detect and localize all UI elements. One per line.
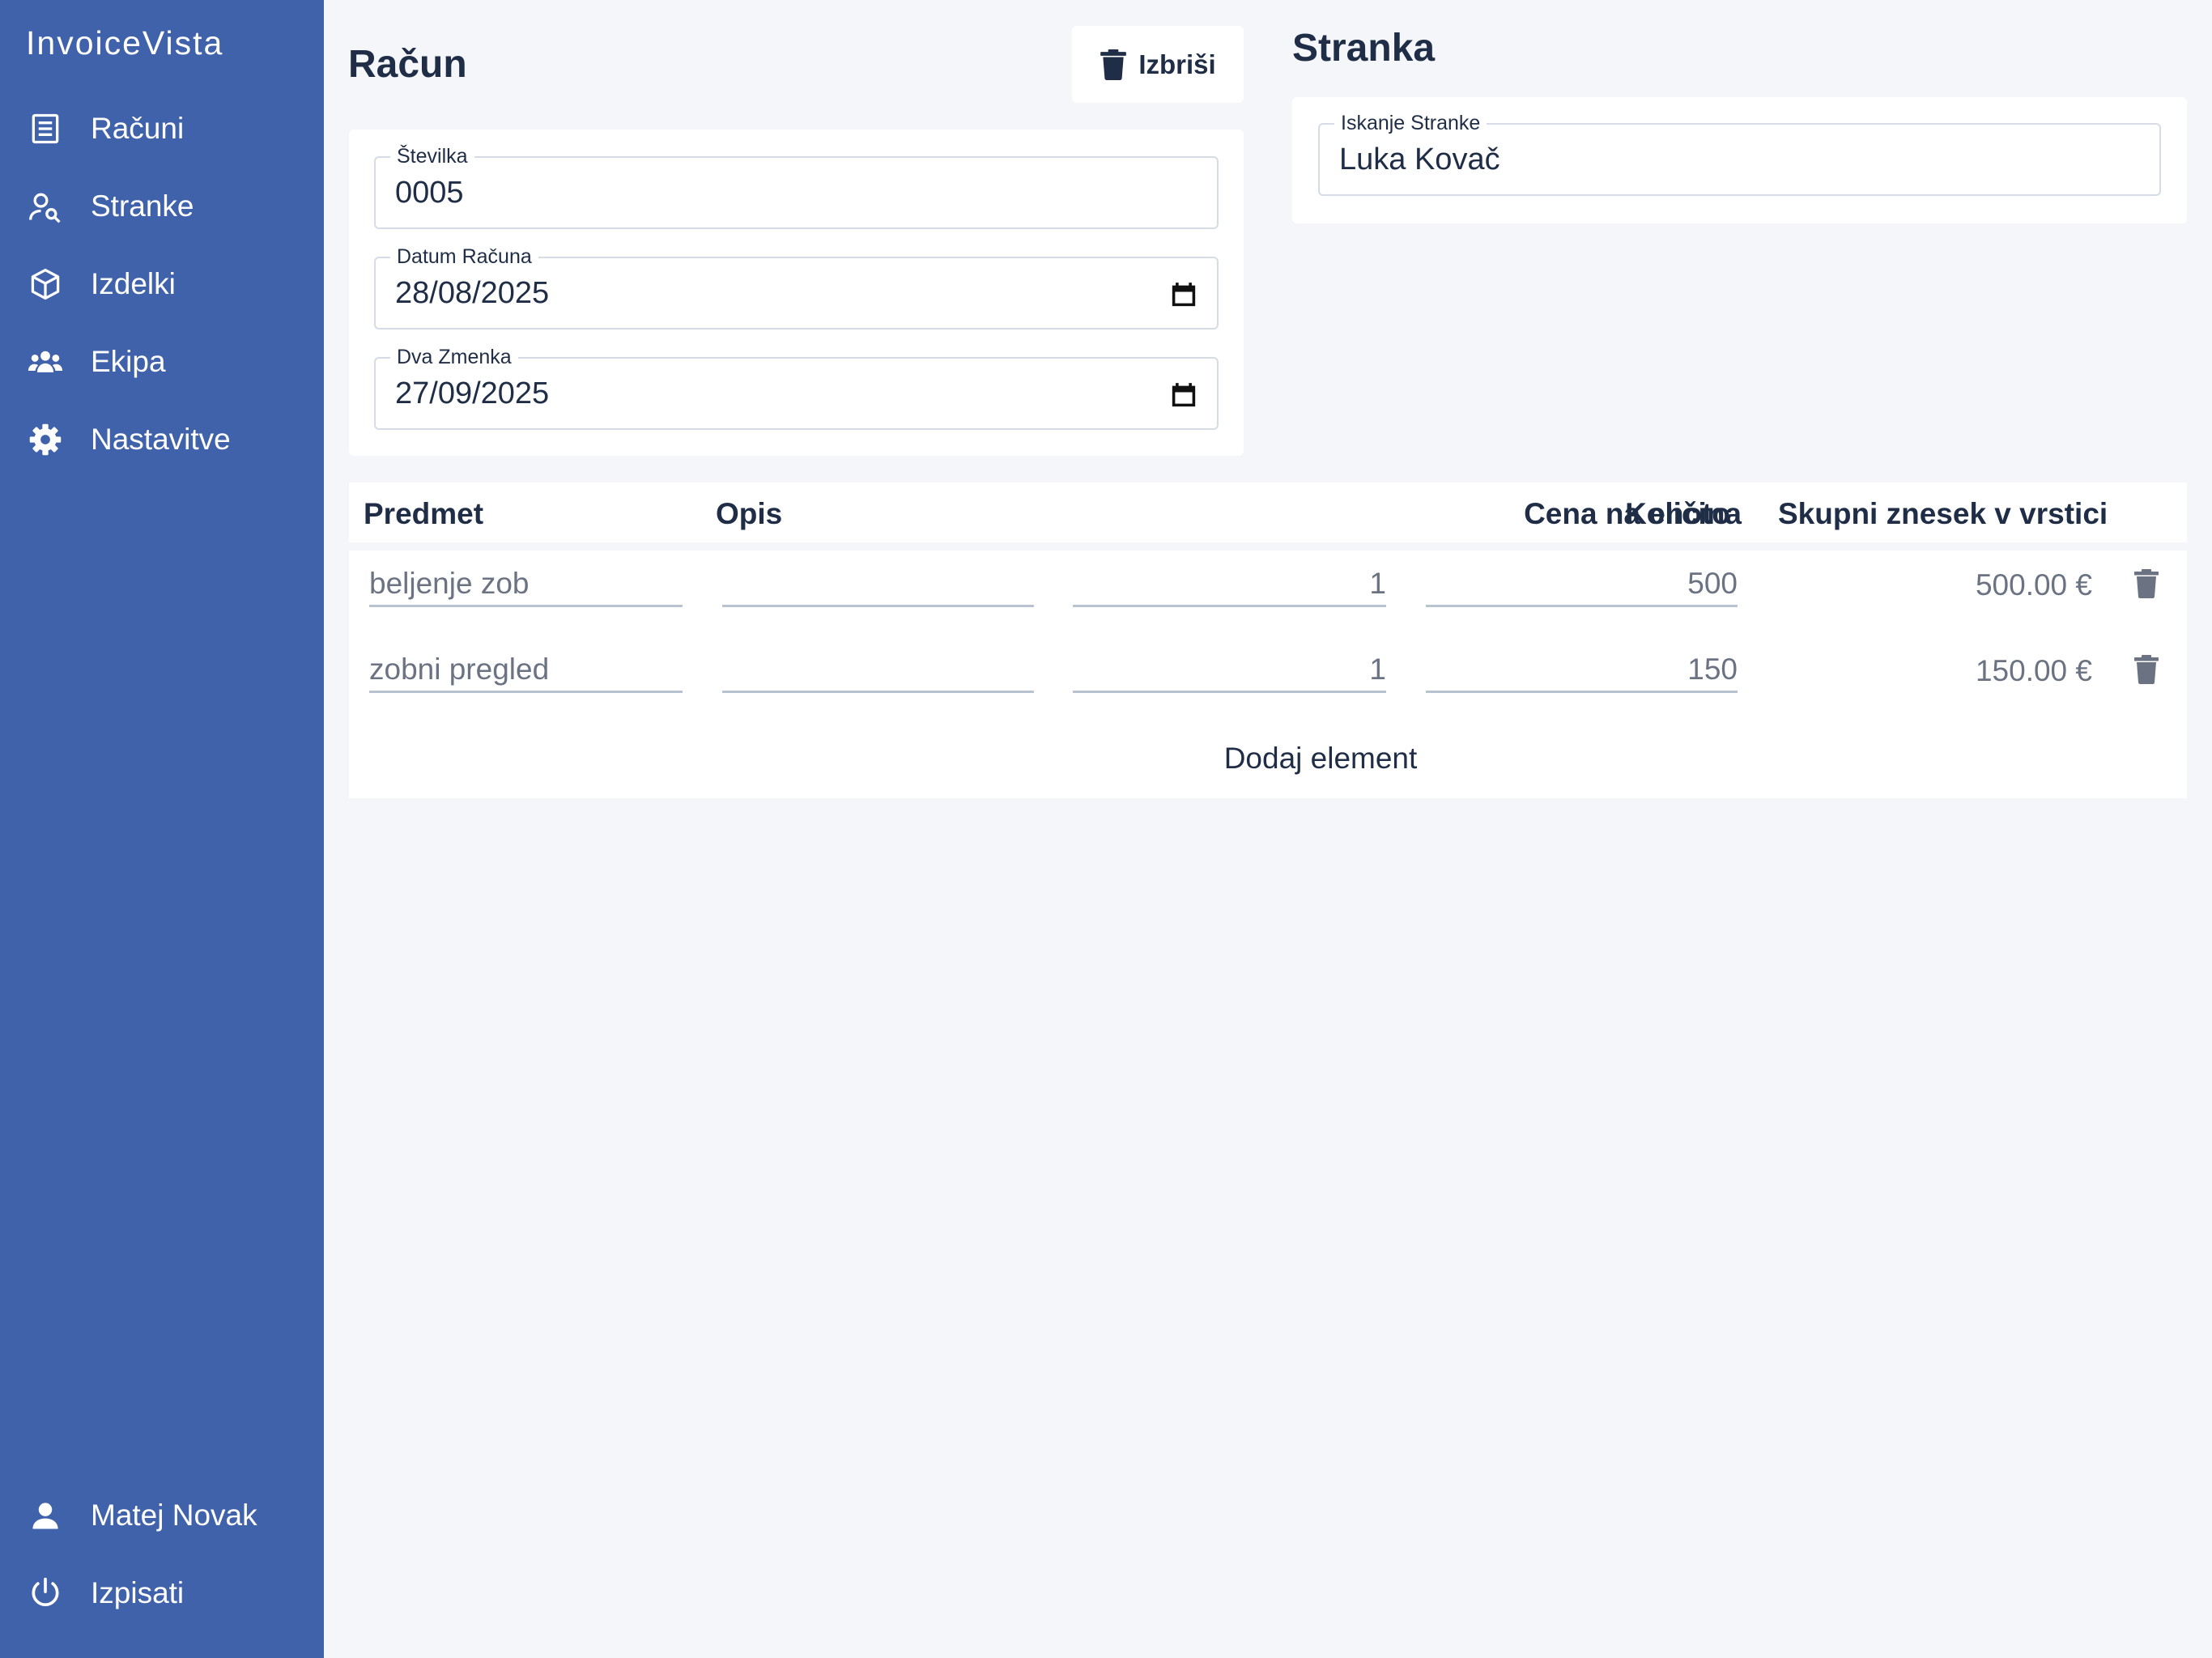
customer-card: Iskanje Stranke xyxy=(1292,97,2187,223)
item-description-input[interactable] xyxy=(722,562,1034,607)
app-logo: InvoiceVista xyxy=(26,24,224,62)
item-unit-price-input[interactable]: 150 xyxy=(1426,648,1738,693)
receipt-icon xyxy=(28,111,63,147)
invoice-details-card: Številka Datum Računa Dva Zmenka xyxy=(349,130,1244,456)
column-header-line-total: Skupni znesek v vrstici xyxy=(1778,497,2108,530)
gear-icon xyxy=(28,422,63,457)
item-quantity-text: 1 xyxy=(1369,652,1386,686)
column-header-item: Predmet xyxy=(364,497,484,530)
field-label: Številka xyxy=(390,145,474,168)
sidebar-user-profile[interactable]: Matej Novak xyxy=(0,1483,324,1548)
logout-button[interactable]: Izpisati xyxy=(0,1561,324,1626)
sidebar-item-label: Računi xyxy=(91,112,185,145)
sidebar-item-customers[interactable]: Stranke xyxy=(0,174,324,239)
calendar-icon[interactable] xyxy=(1170,381,1197,409)
user-search-icon xyxy=(28,189,63,224)
trash-icon[interactable] xyxy=(2134,654,2159,685)
add-item-button[interactable]: Dodaj element xyxy=(1159,742,1482,776)
item-description-input[interactable] xyxy=(722,648,1034,693)
customer-search-field[interactable]: Iskanje Stranke xyxy=(1318,112,2161,196)
item-quantity-input[interactable]: 1 xyxy=(1073,648,1386,693)
trash-icon xyxy=(1100,49,1127,80)
invoice-number-field[interactable]: Številka xyxy=(374,145,1219,229)
item-name-input[interactable]: zobni pregled xyxy=(369,648,683,693)
sidebar-item-products[interactable]: Izdelki xyxy=(0,252,324,317)
item-quantity-text: 1 xyxy=(1369,566,1386,600)
users-icon xyxy=(28,344,63,380)
logout-label: Izpisati xyxy=(91,1576,185,1609)
item-name-text: zobni pregled xyxy=(369,652,550,686)
sidebar-item-settings[interactable]: Nastavitve xyxy=(0,407,324,472)
power-icon xyxy=(28,1575,63,1611)
calendar-icon[interactable] xyxy=(1170,281,1197,308)
items-table-header: Predmet Opis Količina Cena na enoto Skup… xyxy=(349,483,2187,542)
item-unit-price-input[interactable]: 500 xyxy=(1426,562,1738,607)
item-unit-price-text: 150 xyxy=(1687,652,1738,686)
column-header-description: Opis xyxy=(716,497,783,530)
due-date-input[interactable] xyxy=(395,376,1147,411)
item-line-total: 150.00 € xyxy=(1975,654,2092,687)
user-icon xyxy=(28,1498,63,1533)
invoice-title: Račun xyxy=(348,43,467,86)
trash-icon[interactable] xyxy=(2134,568,2159,599)
sidebar-item-label: Ekipa xyxy=(91,345,166,378)
sidebar-item-team[interactable]: Ekipa xyxy=(0,329,324,394)
invoice-date-input[interactable] xyxy=(395,276,1147,311)
column-header-unit-price-text: Cena na enoto xyxy=(1524,497,1730,530)
cube-icon xyxy=(28,266,63,302)
delete-invoice-button[interactable]: Izbriši xyxy=(1072,26,1244,103)
sidebar: InvoiceVista Računi Stranke Izdelki Ekip… xyxy=(0,0,324,1658)
field-label: Iskanje Stranke xyxy=(1334,112,1487,135)
sidebar-item-invoices[interactable]: Računi xyxy=(0,96,324,161)
delete-button-label: Izbriši xyxy=(1138,49,1216,79)
field-label: Dva Zmenka xyxy=(390,346,518,369)
invoice-date-field[interactable]: Datum Računa xyxy=(374,245,1219,329)
item-quantity-input[interactable]: 1 xyxy=(1073,562,1386,607)
item-name-text: beljenje zob xyxy=(369,566,530,600)
item-unit-price-text: 500 xyxy=(1687,566,1738,600)
invoice-number-input[interactable] xyxy=(395,176,1147,210)
field-label: Datum Računa xyxy=(390,245,538,269)
due-date-field[interactable]: Dva Zmenka xyxy=(374,346,1219,430)
item-name-input[interactable]: beljenje zob xyxy=(369,562,683,607)
customer-title: Stranka xyxy=(1292,27,1436,70)
user-name: Matej Novak xyxy=(91,1499,257,1532)
items-table-body: beljenje zob 1 500 500.00 € zobni pregle… xyxy=(349,551,2187,798)
item-line-total: 500.00 € xyxy=(1975,568,2092,602)
customer-search-input[interactable] xyxy=(1339,142,2090,177)
sidebar-item-label: Stranke xyxy=(91,189,194,223)
sidebar-item-label: Nastavitve xyxy=(91,423,231,456)
sidebar-item-label: Izdelki xyxy=(91,267,176,300)
